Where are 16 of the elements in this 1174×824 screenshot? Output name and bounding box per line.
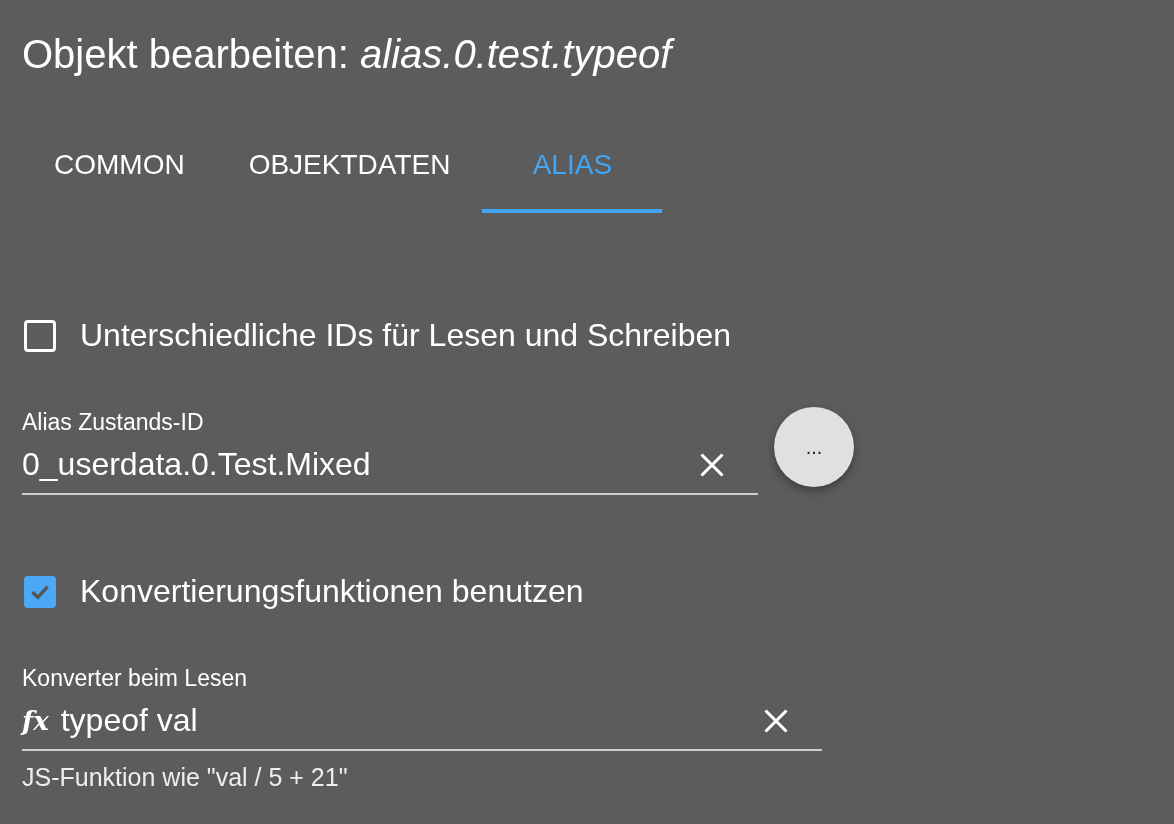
tab[interactable]: COMMON — [22, 135, 217, 213]
tab[interactable]: OBJEKTDATEN — [216, 135, 483, 213]
clear-icon[interactable] — [698, 450, 726, 479]
field-value: typeof val — [60, 702, 199, 739]
field-label: Alias Zustands-ID — [22, 409, 205, 436]
clear-icon[interactable] — [762, 706, 790, 735]
helper-text: JS-Funktion wie "val / 5 + 21" — [22, 763, 348, 792]
field-value: 0_userdata.0.Test.Mixed — [22, 446, 372, 483]
browse-button[interactable]: ... — [774, 407, 854, 487]
checkbox[interactable] — [24, 575, 56, 608]
function-icon: fx — [22, 705, 49, 736]
field-label: Konverter beim Lesen — [22, 665, 248, 692]
checkbox-label: Unterschiedliche IDs für Lesen und Schreiben — [80, 317, 732, 354]
alias-id-field[interactable]: Alias Zustands-ID 0_userdata.0.Test.Mixed — [22, 409, 758, 495]
read-converter-field[interactable]: Konverter beim Lesen fx typeof val — [22, 665, 822, 751]
checkbox-label: Konvertierungsfunktionen benutzen — [80, 573, 584, 610]
